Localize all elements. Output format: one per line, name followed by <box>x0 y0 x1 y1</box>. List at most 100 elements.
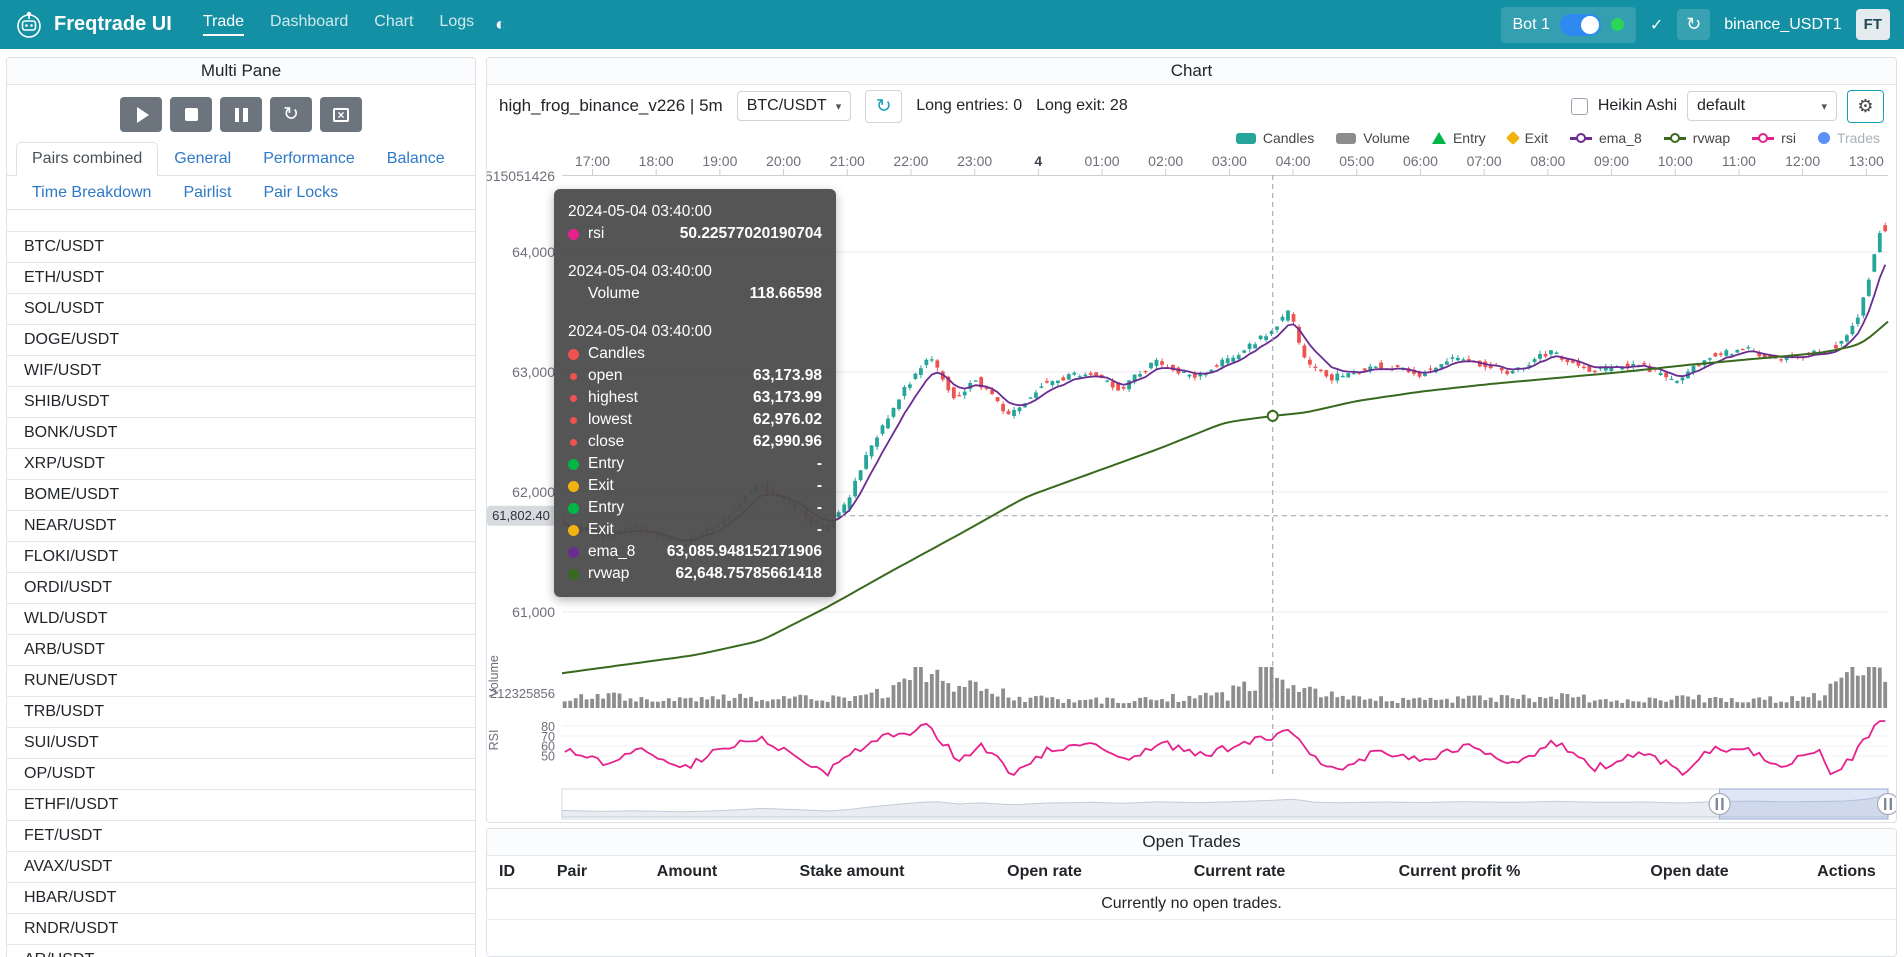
reload-bot-button[interactable]: ↻ <box>1677 9 1710 40</box>
long-entries-label: Long entries: 0 <box>916 97 1022 115</box>
chart-area: 17:0018:0019:0020:0021:0022:0023:00401:0… <box>487 149 1896 823</box>
force-exit-icon: × <box>333 108 349 122</box>
column-header-actions: Actions <box>1797 856 1896 889</box>
svg-text:50: 50 <box>541 750 555 764</box>
refresh-chart-button[interactable]: ↻ <box>865 90 902 123</box>
svg-text:515051426: 515051426 <box>487 168 555 184</box>
pair-item-btc-usdt[interactable]: BTC/USDT <box>7 232 475 263</box>
pair-item-near-usdt[interactable]: NEAR/USDT <box>7 511 475 542</box>
nav-link-logs[interactable]: Logs <box>426 0 487 49</box>
heikin-ashi-checkbox[interactable] <box>1571 98 1588 115</box>
exit-legend-marker-icon <box>1506 131 1520 145</box>
bot-toggle[interactable] <box>1560 14 1601 36</box>
legend-item-exit[interactable]: Exit <box>1508 130 1548 146</box>
svg-text:04:00: 04:00 <box>1276 153 1311 169</box>
nav-link-dashboard[interactable]: Dashboard <box>257 0 361 49</box>
play-icon <box>137 107 149 123</box>
volume-bars <box>563 667 1887 708</box>
tab-pair-locks[interactable]: Pair Locks <box>247 176 354 210</box>
stop-icon <box>185 108 198 121</box>
pair-item-ordi-usdt[interactable]: ORDI/USDT <box>7 573 475 604</box>
tab-pairlist[interactable]: Pairlist <box>167 176 247 210</box>
force-exit-button[interactable]: × <box>320 97 362 132</box>
legend-item-trades[interactable]: Trades <box>1818 130 1880 146</box>
pair-item-avax-usdt[interactable]: AVAX/USDT <box>7 852 475 883</box>
svg-text:22:00: 22:00 <box>893 153 928 169</box>
rsi-line <box>565 721 1886 776</box>
pair-item-bonk-usdt[interactable]: BONK/USDT <box>7 418 475 449</box>
pair-item-fet-usdt[interactable]: FET/USDT <box>7 821 475 852</box>
brand-title: Freqtrade UI <box>54 13 172 36</box>
legend-item-volume[interactable]: Volume <box>1336 130 1410 146</box>
legend-label: Volume <box>1363 130 1410 146</box>
legend-label: ema_8 <box>1599 130 1642 146</box>
brand: Freqtrade UI <box>14 10 172 40</box>
svg-text:08:00: 08:00 <box>1530 153 1565 169</box>
legend-item-entry[interactable]: Entry <box>1432 130 1486 146</box>
entry-legend-marker-icon <box>1432 132 1446 144</box>
pair-select[interactable]: BTC/USDT ▾ <box>737 91 852 121</box>
legend-item-rsi[interactable]: rsi <box>1752 130 1796 146</box>
candlestick-chart[interactable]: 17:0018:0019:0020:0021:0022:0023:00401:0… <box>487 149 1897 823</box>
trades-legend-marker-icon <box>1818 132 1830 144</box>
pair-item-rndr-usdt[interactable]: RNDR/USDT <box>7 914 475 945</box>
svg-text:19:00: 19:00 <box>702 153 737 169</box>
svg-text:4: 4 <box>1034 153 1042 169</box>
svg-text:03:00: 03:00 <box>1212 153 1247 169</box>
svg-text:62,000: 62,000 <box>512 484 555 500</box>
stop-button[interactable] <box>170 97 212 132</box>
tab-time-breakdown[interactable]: Time Breakdown <box>16 176 167 210</box>
pair-item-xrp-usdt[interactable]: XRP/USDT <box>7 449 475 480</box>
pair-item-hbar-usdt[interactable]: HBAR/USDT <box>7 883 475 914</box>
pair-item-floki-usdt[interactable]: FLOKI/USDT <box>7 542 475 573</box>
pair-item-eth-usdt[interactable]: ETH/USDT <box>7 263 475 294</box>
pair-item-arb-usdt[interactable]: ARB/USDT <box>7 635 475 666</box>
volume-legend-marker-icon <box>1336 133 1356 144</box>
pair-item-ar-usdt[interactable]: AR/USDT <box>7 945 475 957</box>
chart-toolbar: high_frog_binance_v226 | 5m BTC/USDT ▾ ↻… <box>487 85 1896 127</box>
column-header-stake-amount: Stake amount <box>757 856 947 889</box>
pair-item-wld-usdt[interactable]: WLD/USDT <box>7 604 475 635</box>
legend-item-rvwap[interactable]: rvwap <box>1664 130 1730 146</box>
tab-performance[interactable]: Performance <box>247 142 371 176</box>
pair-item-op-usdt[interactable]: OP/USDT <box>7 759 475 790</box>
pause-button[interactable] <box>220 97 262 132</box>
plot-settings-button[interactable]: ⚙ <box>1847 90 1884 123</box>
bot-name: Bot 1 <box>1513 16 1550 34</box>
plot-config-value: default <box>1697 97 1745 115</box>
pair-item-bome-usdt[interactable]: BOME/USDT <box>7 480 475 511</box>
svg-text:Volume: Volume <box>487 655 501 697</box>
pair-item-wif-usdt[interactable]: WIF/USDT <box>7 356 475 387</box>
chevron-down-icon: ▾ <box>836 100 842 113</box>
svg-text:21:00: 21:00 <box>830 153 865 169</box>
legend-item-ema-8[interactable]: ema_8 <box>1570 130 1642 146</box>
rvwap-legend-marker-icon <box>1664 132 1686 144</box>
pair-item-rune-usdt[interactable]: RUNE/USDT <box>7 666 475 697</box>
reload-button[interactable]: ↻ <box>270 97 312 132</box>
column-header-open-date: Open date <box>1582 856 1797 889</box>
nav-link-chart[interactable]: Chart <box>361 0 426 49</box>
legend-label: rsi <box>1781 130 1796 146</box>
nav-link-trade[interactable]: Trade <box>190 0 257 49</box>
nav-link-label: Trade <box>203 13 244 36</box>
nav-link-label: Logs <box>439 13 474 36</box>
tab-general[interactable]: General <box>158 142 247 176</box>
pair-item-sui-usdt[interactable]: SUI/USDT <box>7 728 475 759</box>
svg-text:13:00: 13:00 <box>1849 153 1884 169</box>
datazoom-slider[interactable] <box>562 789 1897 819</box>
svg-text:RSI: RSI <box>487 730 501 751</box>
play-button[interactable] <box>120 97 162 132</box>
pair-item-shib-usdt[interactable]: SHIB/USDT <box>7 387 475 418</box>
theme-toggle-icon[interactable]: ◐ <box>495 14 506 35</box>
pair-item-trb-usdt[interactable]: TRB/USDT <box>7 697 475 728</box>
tab-balance[interactable]: Balance <box>371 142 461 176</box>
pair-item-ethfi-usdt[interactable]: ETHFI/USDT <box>7 790 475 821</box>
pair-item-doge-usdt[interactable]: DOGE/USDT <box>7 325 475 356</box>
legend-item-candles[interactable]: Candles <box>1236 130 1314 146</box>
tab-pairs-combined[interactable]: Pairs combined <box>16 142 158 176</box>
plot-config-select[interactable]: default ▾ <box>1687 91 1837 121</box>
avatar[interactable]: FT <box>1856 9 1890 40</box>
column-header-id: ID <box>487 856 527 889</box>
pair-item-sol-usdt[interactable]: SOL/USDT <box>7 294 475 325</box>
bot-selector[interactable]: Bot 1 <box>1501 7 1636 43</box>
